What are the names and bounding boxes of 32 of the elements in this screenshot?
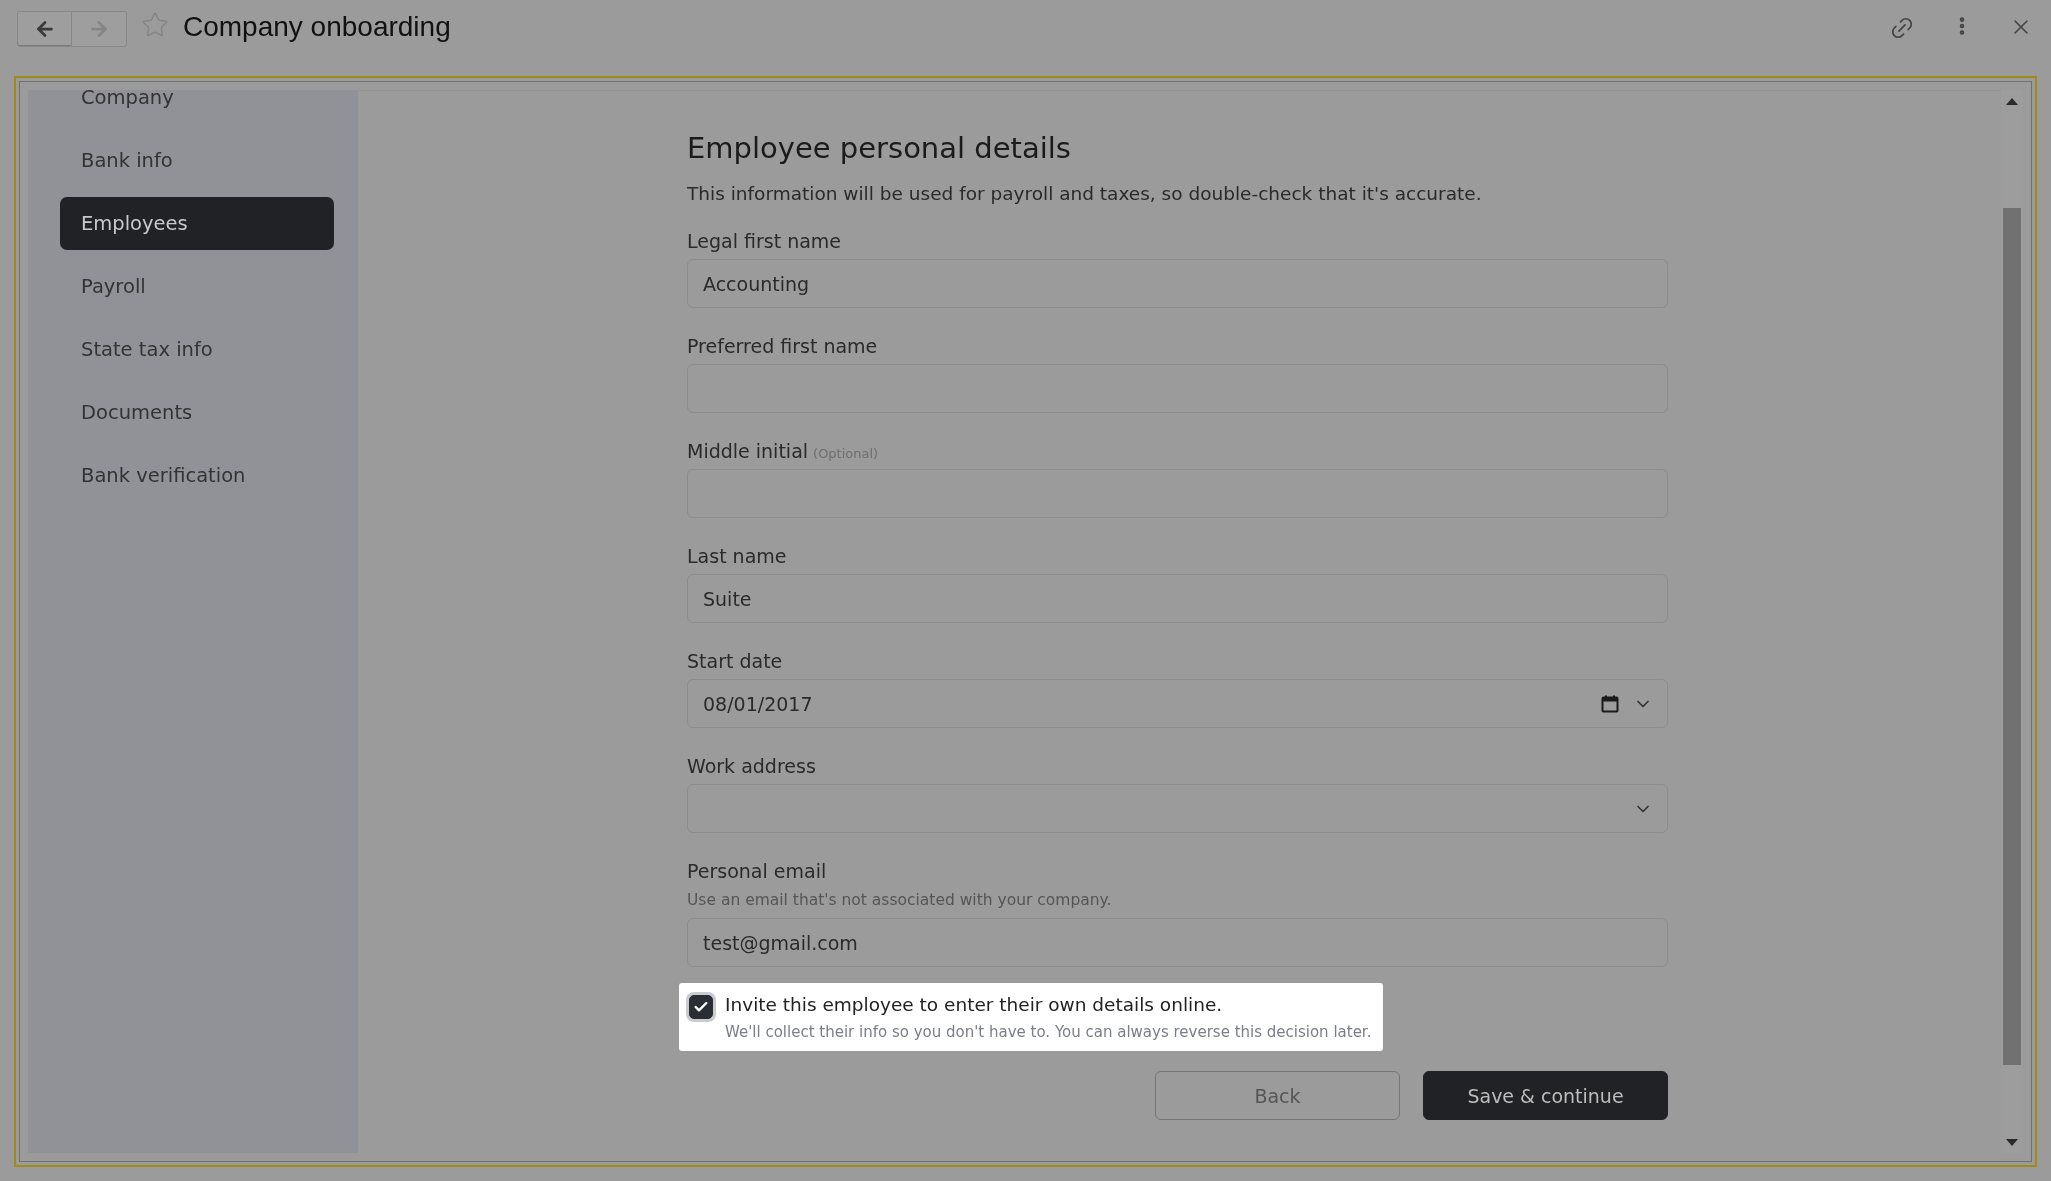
form-heading: Employee personal details [687,131,1072,165]
field-label: Legal first name [687,230,841,252]
window-title: Company onboarding [183,11,451,43]
input-field[interactable]: Suite [687,574,1668,623]
input-field[interactable]: Accounting [687,259,1668,308]
invite-checkbox[interactable] [689,995,713,1019]
sidebar-item[interactable]: State tax info [60,323,334,376]
date-field[interactable]: 08/01/2017 [687,679,1668,728]
field-hint: Use an email that's not associated with your company. [687,891,1113,909]
sidebar-item[interactable]: Employees [60,197,334,250]
field-label: Personal email [687,860,827,882]
sidebar-item[interactable]: Bank verification [60,449,334,502]
checkbox-note: We'll collect their info so you don't have to. You can always reverse this decision later. [725,1023,1372,1041]
select-field[interactable] [687,784,1668,833]
save-continue-button[interactable]: Save & continue [1423,1071,1668,1120]
calendar-icon[interactable] [1601,694,1619,713]
sidebar-item[interactable]: Documents [60,386,334,439]
sidebar-item[interactable]: Company [60,90,334,124]
field-label: Middle initial [687,440,809,462]
arrow-right-icon [88,18,110,40]
scrollbar-thumb[interactable] [2003,208,2021,1065]
field-label: Work address [687,755,816,777]
field-label: Preferred first name [687,335,878,357]
field-label: Start date [687,650,783,672]
form-description: This information will be used for payroll and taxes, so double-check that it's accurate. [687,183,1483,204]
checkbox-label: Invite this employee to enter their own details online. [725,994,1224,1015]
field-label: Last name [687,545,787,567]
sidebar-item[interactable]: Payroll [60,260,334,313]
back-button[interactable] [17,11,72,47]
back-button[interactable]: Back [1155,1071,1400,1120]
sidebar-item[interactable]: Bank info [60,134,334,187]
input-field[interactable]: test@gmail.com [687,918,1668,967]
